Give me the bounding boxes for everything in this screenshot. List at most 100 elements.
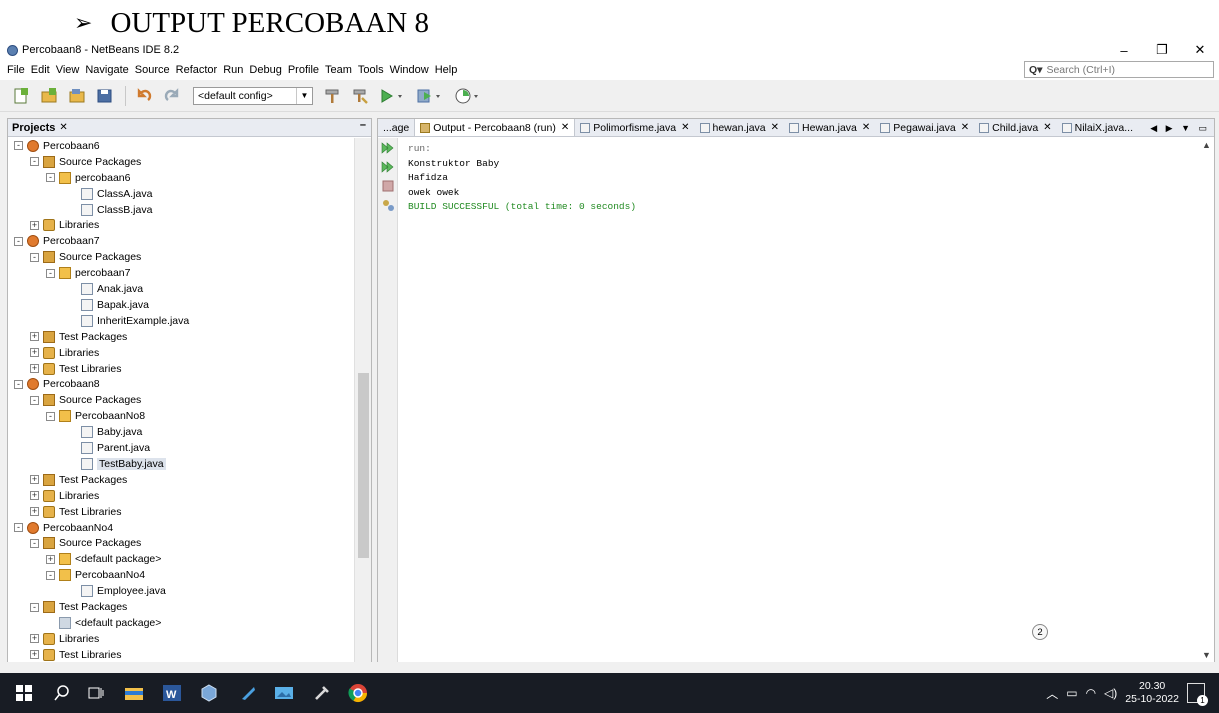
menu-profile[interactable]: Profile — [285, 64, 322, 76]
expand-icon[interactable]: + — [30, 650, 39, 660]
tree-node[interactable]: - Test Packages — [30, 599, 127, 615]
start-button[interactable] — [12, 681, 36, 705]
tree-node[interactable]: ClassA.java — [68, 186, 152, 202]
configuration-select[interactable]: <default config> ▼ — [193, 86, 313, 105]
file-explorer-button[interactable] — [122, 681, 146, 705]
minimize-panel-button[interactable]: – — [360, 119, 366, 131]
tree-node[interactable]: Anak.java — [68, 281, 143, 297]
menu-refactor[interactable]: Refactor — [173, 64, 221, 76]
tree-node[interactable]: + Libraries — [30, 345, 99, 361]
menu-navigate[interactable]: Navigate — [82, 64, 131, 76]
close-button[interactable]: ✕ — [1181, 40, 1219, 60]
tree-node[interactable]: + Test Packages — [30, 472, 127, 488]
menu-run[interactable]: Run — [220, 64, 246, 76]
collapse-icon[interactable]: - — [30, 538, 39, 548]
menu-help[interactable]: Help — [432, 64, 461, 76]
scroll-down-icon[interactable]: ▼ — [1202, 650, 1211, 660]
battery-icon[interactable]: ▭ — [1066, 686, 1077, 700]
menu-edit[interactable]: Edit — [28, 64, 53, 76]
tree-node[interactable]: + Libraries — [30, 631, 99, 647]
stop-button[interactable] — [381, 179, 395, 193]
settings-button[interactable] — [381, 198, 395, 212]
collapse-icon[interactable]: - — [46, 173, 55, 183]
maximize-button[interactable]: ❐ — [1143, 40, 1181, 60]
tree-node[interactable]: TestBaby.java — [68, 456, 166, 472]
expand-icon[interactable]: + — [30, 634, 39, 644]
tree-node[interactable]: - PercobaanNo8 — [46, 408, 145, 424]
tree-node[interactable]: Baby.java — [68, 424, 142, 440]
tree-node[interactable]: + Test Libraries — [30, 361, 121, 377]
close-projects-icon[interactable]: ✕ — [59, 122, 67, 133]
tool-taskbar-button[interactable] — [310, 681, 334, 705]
rerun-button[interactable] — [381, 141, 395, 155]
menu-source[interactable]: Source — [132, 64, 173, 76]
editor-tab[interactable]: Child.java ✕ — [974, 119, 1057, 136]
tree-node[interactable]: - Percobaan7 — [14, 233, 100, 249]
collapse-icon[interactable]: - — [30, 395, 39, 405]
tree-node[interactable]: - percobaan6 — [46, 170, 130, 186]
collapse-icon[interactable]: - — [46, 411, 55, 421]
collapse-icon[interactable]: - — [46, 570, 55, 580]
notification-badge[interactable]: 2 — [1032, 624, 1048, 640]
collapse-icon[interactable]: - — [14, 236, 23, 246]
tree-scrollbar[interactable] — [354, 138, 371, 662]
rerun-with-params-button[interactable] — [381, 160, 395, 174]
profile-button[interactable] — [451, 84, 487, 108]
tree-node[interactable]: Employee.java — [68, 583, 166, 599]
tree-node[interactable]: ClassB.java — [68, 202, 152, 218]
editor-tab[interactable]: Polimorfisme.java ✕ — [575, 119, 694, 136]
tree-node[interactable]: - Source Packages — [30, 392, 141, 408]
wifi-icon[interactable]: ◠ — [1086, 686, 1096, 700]
netbeans-taskbar-button[interactable] — [197, 681, 221, 705]
tree-node[interactable]: + Test Libraries — [30, 504, 121, 520]
tree-node[interactable]: + Libraries — [30, 218, 99, 234]
save-all-button[interactable] — [92, 84, 118, 108]
close-tab-icon[interactable]: ✕ — [1043, 122, 1051, 133]
undo-button[interactable] — [131, 84, 157, 108]
build-button[interactable] — [319, 84, 345, 108]
menu-file[interactable]: File — [4, 64, 28, 76]
chrome-taskbar-button[interactable] — [346, 681, 370, 705]
menu-team[interactable]: Team — [322, 64, 355, 76]
editor-tab[interactable]: Hewan.java ✕ — [784, 119, 875, 136]
tree-node[interactable]: InheritExample.java — [68, 313, 189, 329]
collapse-icon[interactable]: - — [14, 523, 23, 533]
clean-build-button[interactable] — [347, 84, 373, 108]
close-tab-icon[interactable]: ✕ — [862, 122, 870, 133]
collapse-icon[interactable]: - — [14, 141, 23, 151]
editor-tab[interactable]: Pegawai.java ✕ — [875, 119, 974, 136]
close-tab-icon[interactable]: ✕ — [771, 122, 779, 133]
expand-icon[interactable]: + — [30, 507, 39, 517]
collapse-icon[interactable]: - — [30, 157, 39, 167]
tree-node[interactable]: + Libraries — [30, 488, 99, 504]
tree-node[interactable]: - Percobaan6 — [14, 138, 100, 154]
action-center-button[interactable]: 1 — [1187, 683, 1208, 706]
expand-icon[interactable]: + — [30, 348, 39, 358]
collapse-icon[interactable]: - — [46, 268, 55, 278]
tree-node[interactable]: + Test Libraries — [30, 647, 121, 662]
tree-node[interactable]: - PercobaanNo4 — [46, 567, 145, 583]
open-project-button[interactable] — [64, 84, 90, 108]
menu-window[interactable]: Window — [387, 64, 432, 76]
projects-tab[interactable]: Projects ✕ – — [8, 119, 371, 137]
menu-view[interactable]: View — [53, 64, 83, 76]
output-console[interactable]: run: Konstruktor Baby Hafidza owek owek … — [408, 142, 636, 215]
tree-node[interactable]: <default package> — [46, 615, 161, 631]
task-view-button[interactable] — [84, 681, 108, 705]
scroll-up-icon[interactable]: ▲ — [1202, 140, 1211, 150]
new-file-button[interactable] — [8, 84, 34, 108]
expand-icon[interactable]: + — [30, 332, 39, 342]
clock[interactable]: 20.30 25-10-2022 — [1125, 680, 1179, 706]
collapse-icon[interactable]: - — [30, 602, 39, 612]
tree-node[interactable]: - Source Packages — [30, 154, 141, 170]
editor-tab[interactable]: NilaiX.java... — [1057, 119, 1138, 136]
tree-node[interactable]: Bapak.java — [68, 297, 149, 313]
tree-node[interactable]: - Percobaan8 — [14, 377, 100, 393]
search-taskbar-button[interactable] — [50, 681, 74, 705]
menu-debug[interactable]: Debug — [246, 64, 284, 76]
tree-node[interactable]: + Test Packages — [30, 329, 127, 345]
word-button[interactable]: W — [160, 681, 184, 705]
redo-button[interactable] — [159, 84, 185, 108]
editor-tab[interactable]: ...age — [378, 119, 414, 136]
editor-tab[interactable]: hewan.java ✕ — [695, 119, 785, 136]
